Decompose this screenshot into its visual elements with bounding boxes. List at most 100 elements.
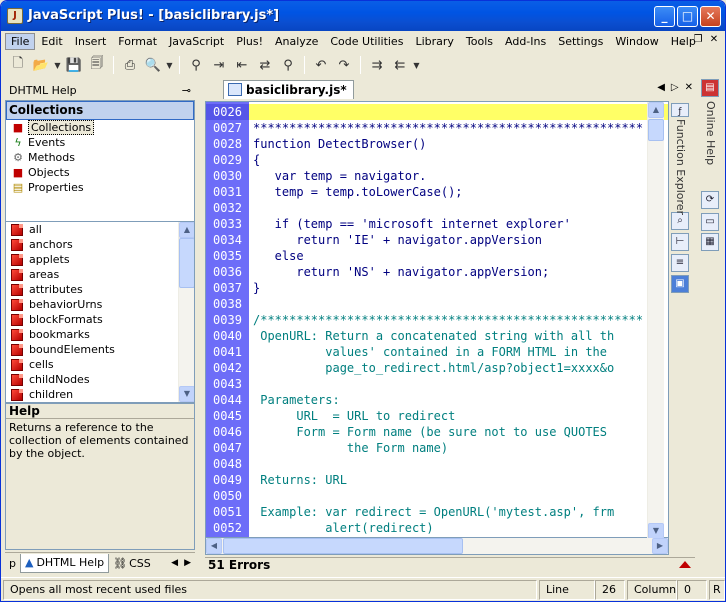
cursor-icon[interactable]: ⟳ (701, 191, 719, 209)
code-editor[interactable]: 0026 0027 ********************************… (205, 101, 669, 538)
scroll-thumb[interactable] (223, 538, 463, 554)
tab-dhtml-help[interactable]: ▲ DHTML Help (19, 553, 110, 573)
code-line[interactable]: 0026 (206, 104, 668, 120)
code-line[interactable]: 0042 page_to_redirect.html/asp?object1=x… (206, 360, 668, 376)
menu-javascript[interactable]: JavaScript (163, 33, 230, 50)
code-line[interactable]: 0047 the Form name) (206, 440, 668, 456)
code-line[interactable]: 0040 OpenURL: Return a concatenated stri… (206, 328, 668, 344)
category-methods[interactable]: ⚙ Methods (6, 150, 194, 165)
menu-window[interactable]: Window (609, 33, 664, 50)
scroll-down-arrow-icon[interactable]: ▼ (179, 386, 194, 402)
list-item[interactable]: bookmarks (6, 327, 194, 342)
code-line[interactable]: 0048 (206, 456, 668, 472)
tab-p[interactable]: p (5, 554, 20, 573)
code-line[interactable]: 0033 if (temp == 'microsoft internet exp… (206, 216, 668, 232)
scroll-up-arrow-icon[interactable]: ▲ (179, 222, 194, 238)
list-item[interactable]: boundElements (6, 342, 194, 357)
member-list-scrollbar[interactable]: ▲ ▼ (178, 222, 194, 402)
undo-icon[interactable]: ↶ (310, 55, 332, 75)
category-collections[interactable]: ■ Collections (6, 120, 194, 135)
title-bar[interactable]: J JavaScript Plus! - [basiclibrary.js*] … (1, 1, 725, 31)
redo-icon[interactable]: ↷ (333, 55, 355, 75)
code-line[interactable]: 0027 ************************************… (206, 120, 668, 136)
menu-settings[interactable]: Settings (552, 33, 609, 50)
list-item[interactable]: areas (6, 267, 194, 282)
minimize-button[interactable]: _ (654, 6, 675, 27)
code-line[interactable]: 0035 else (206, 248, 668, 264)
outdent-icon[interactable]: ⇇ (389, 55, 411, 75)
list-item[interactable]: children (6, 387, 194, 402)
window-icon[interactable]: ▭ (701, 213, 719, 231)
mdi-close-icon[interactable]: ✕ (707, 33, 721, 47)
code-line[interactable]: 0030 var temp = navigator. (206, 168, 668, 184)
close-button[interactable]: ✕ (700, 6, 721, 27)
code-line[interactable]: 0034 return 'IE' + navigator.appVersion (206, 232, 668, 248)
code-line[interactable]: 0041 values' contained in a FORM HTML in… (206, 344, 668, 360)
binoculars-find-icon[interactable]: ⚲ (185, 55, 207, 75)
list-item[interactable]: behaviorUrns (6, 297, 194, 312)
menu-tools[interactable]: Tools (460, 33, 499, 50)
open-folder-icon[interactable]: 📂 (30, 55, 52, 75)
code-horizontal-scrollbar[interactable]: ◀ ▶ (205, 538, 669, 555)
code-line[interactable]: 0049 Returns: URL (206, 472, 668, 488)
find-in-files-icon[interactable]: ⚲ (277, 55, 299, 75)
maximize-button[interactable]: □ (677, 6, 698, 27)
menu-library[interactable]: Library (409, 33, 459, 50)
menu-file[interactable]: File (5, 33, 36, 50)
save-all-icon[interactable]: 🗐 (86, 55, 108, 75)
code-line[interactable]: 0050 (206, 488, 668, 504)
tab-basiclibrary[interactable]: basiclibrary.js* (223, 80, 354, 99)
pushpin-icon[interactable]: ⊸ (182, 84, 191, 97)
print-preview-icon[interactable]: 🔍 (142, 55, 164, 75)
tree-view-icon[interactable]: ⊢ (671, 233, 689, 251)
dropdown-arrow-icon[interactable]: ▼ (165, 55, 174, 75)
category-events[interactable]: ϟ Events (6, 135, 194, 150)
list-item[interactable]: applets (6, 252, 194, 267)
scroll-up-arrow-icon[interactable]: ▲ (648, 102, 664, 118)
next-tab-icon[interactable]: ▷ (671, 82, 679, 93)
tab-scroll-left-icon[interactable]: ◀ (171, 558, 178, 568)
expand-errors-icon[interactable] (679, 561, 691, 568)
menu-code-utilities[interactable]: Code Utilities (324, 33, 409, 50)
library-icon[interactable]: ▣ (671, 275, 689, 293)
menu-insert[interactable]: Insert (69, 33, 113, 50)
app-icon[interactable]: J (7, 8, 23, 24)
scroll-thumb[interactable] (648, 119, 664, 141)
code-line[interactable]: 0052 alert(redirect) (206, 520, 668, 536)
code-line[interactable]: 0029 { (206, 152, 668, 168)
list-item[interactable]: blockFormats (6, 312, 194, 327)
code-line[interactable]: 0037} (206, 280, 668, 296)
menu-format[interactable]: Format (112, 33, 163, 50)
previous-tab-icon[interactable]: ◀ (657, 82, 665, 93)
list-item[interactable]: all (6, 222, 194, 237)
print-icon[interactable]: ⎙ (119, 55, 141, 75)
dropdown-arrow-icon[interactable]: ▼ (412, 55, 421, 75)
code-line[interactable]: 0046 Form = Form name (be sure not to us… (206, 424, 668, 440)
close-document-icon[interactable]: ✕ (685, 82, 693, 93)
code-line[interactable]: 0039 /***********************************… (206, 312, 668, 328)
indent-icon[interactable]: ⇉ (366, 55, 388, 75)
find-next-icon[interactable]: ⇥ (208, 55, 230, 75)
scroll-right-arrow-icon[interactable]: ▶ (652, 538, 668, 554)
list-item[interactable]: attributes (6, 282, 194, 297)
code-line[interactable]: 0031 temp = temp.toLowerCase(); (206, 184, 668, 200)
menu-edit[interactable]: Edit (35, 33, 68, 50)
list-item[interactable]: cells (6, 357, 194, 372)
online-help-label[interactable]: Online Help (704, 101, 717, 187)
menu-add-ins[interactable]: Add-Ins (499, 33, 552, 50)
scroll-down-arrow-icon[interactable]: ▼ (648, 523, 664, 539)
code-line[interactable]: 0044 Parameters: (206, 392, 668, 408)
menu-analyze[interactable]: Analyze (269, 33, 324, 50)
code-line[interactable]: 0038 (206, 296, 668, 312)
code-line[interactable]: 0043 (206, 376, 668, 392)
tab-css[interactable]: ⛓ CSS (109, 554, 155, 573)
mdi-restore-icon[interactable]: ❐ (691, 33, 705, 47)
new-file-icon[interactable]: 🗋 (7, 55, 29, 75)
code-line[interactable]: 0028 function DetectBrowser() (206, 136, 668, 152)
function-explorer-label[interactable]: Function Explorer (674, 119, 687, 215)
category-properties[interactable]: ▤ Properties (6, 180, 194, 195)
scroll-thumb[interactable] (179, 238, 194, 288)
save-icon[interactable]: 💾 (63, 55, 85, 75)
find-previous-icon[interactable]: ⇤ (231, 55, 253, 75)
code-line[interactable]: 0045 URL = URL to redirect (206, 408, 668, 424)
